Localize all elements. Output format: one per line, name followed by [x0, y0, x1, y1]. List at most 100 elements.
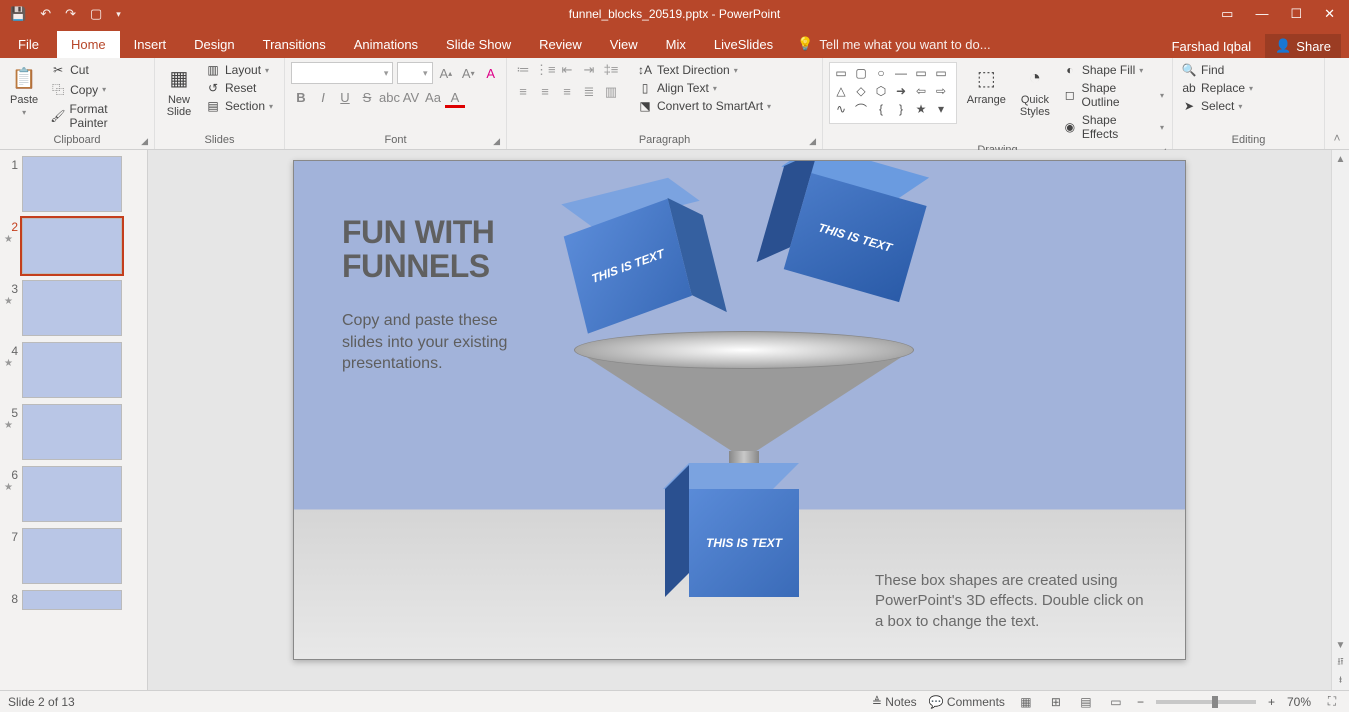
thumbnail-7[interactable]: 7: [4, 528, 143, 584]
prev-slide-icon[interactable]: ⭿: [1332, 654, 1349, 672]
save-icon[interactable]: 💾: [10, 6, 26, 22]
text-direction-button[interactable]: ↕AText Direction▾: [635, 62, 773, 78]
slide-editor[interactable]: FUN WITH FUNNELS Copy and paste these sl…: [148, 150, 1331, 690]
launcher-icon[interactable]: ◢: [809, 136, 816, 147]
select-button[interactable]: ➤Select▾: [1179, 98, 1255, 114]
slide-counter[interactable]: Slide 2 of 13: [8, 695, 75, 709]
outdent-button[interactable]: ⇤: [557, 62, 577, 78]
launcher-icon[interactable]: ◢: [493, 136, 500, 147]
scroll-down-icon[interactable]: ▼: [1332, 636, 1349, 654]
zoom-slider[interactable]: [1156, 700, 1256, 704]
qat-customize-icon[interactable]: ▾: [116, 9, 121, 20]
arrange-button[interactable]: ⬚ Arrange: [963, 62, 1010, 142]
undo-icon[interactable]: ↶: [40, 6, 51, 22]
slide-subtitle[interactable]: Copy and paste these slides into your ex…: [342, 310, 542, 375]
layout-button[interactable]: ▥Layout▾: [203, 62, 275, 78]
shrink-font-button[interactable]: A▾: [459, 62, 477, 84]
share-button[interactable]: 👤 Share: [1265, 34, 1341, 58]
redo-icon[interactable]: ↷: [65, 6, 76, 22]
zoom-in-button[interactable]: +: [1268, 695, 1275, 709]
zoom-level[interactable]: 70%: [1287, 695, 1311, 709]
sorter-view-button[interactable]: ⊞: [1047, 694, 1065, 710]
replace-button[interactable]: abReplace▾: [1179, 80, 1255, 96]
cube-shape-3[interactable]: THIS IS TEXT: [689, 489, 799, 599]
justify-button[interactable]: ≣: [579, 84, 599, 100]
notes-button[interactable]: ≜ Notes: [872, 695, 917, 709]
close-icon[interactable]: ✕: [1324, 6, 1335, 22]
thumbnail-6[interactable]: 6★: [4, 466, 143, 522]
case-button[interactable]: Aa: [423, 90, 443, 108]
shapes-gallery[interactable]: ▭▢○—▭▭ △◇⬡➜⇦⇨ ∿⌒{}★▾: [829, 62, 957, 124]
fit-to-window-button[interactable]: ⛶: [1323, 694, 1341, 710]
tab-animations[interactable]: Animations: [340, 31, 432, 58]
quick-styles-button[interactable]: ◔ Quick Styles: [1016, 62, 1054, 142]
copy-button[interactable]: ⿻Copy▾: [48, 80, 148, 99]
cube-shape-2[interactable]: THIS IS TEXT: [781, 173, 917, 309]
tab-design[interactable]: Design: [180, 31, 248, 58]
collapse-ribbon-icon[interactable]: ˄: [1325, 58, 1349, 149]
align-left-button[interactable]: ≡: [513, 84, 533, 100]
thumbnail-1[interactable]: 1: [4, 156, 143, 212]
slide-footer-note[interactable]: These box shapes are created using Power…: [875, 571, 1155, 632]
align-right-button[interactable]: ≡: [557, 84, 577, 100]
format-painter-button[interactable]: 🖌Format Painter: [48, 101, 148, 131]
ribbon-display-icon[interactable]: ▭: [1221, 6, 1233, 22]
tab-home[interactable]: Home: [57, 31, 120, 58]
font-name-combo[interactable]: ▾: [291, 62, 393, 84]
paste-button[interactable]: 📋 Paste ▾: [6, 62, 42, 132]
tab-view[interactable]: View: [596, 31, 652, 58]
find-button[interactable]: 🔍Find: [1179, 62, 1255, 78]
cube-shape-1[interactable]: THIS IS TEXT: [562, 204, 695, 337]
numbering-button[interactable]: ⋮≡: [535, 62, 555, 78]
strike-button[interactable]: S: [357, 90, 377, 108]
tab-insert[interactable]: Insert: [120, 31, 181, 58]
tab-mix[interactable]: Mix: [652, 31, 700, 58]
slide-title[interactable]: FUN WITH FUNNELS: [342, 216, 494, 283]
thumbnail-3[interactable]: 3★: [4, 280, 143, 336]
font-size-combo[interactable]: ▾: [397, 62, 432, 84]
convert-smartart-button[interactable]: ⬔Convert to SmartArt▾: [635, 98, 773, 114]
slide-canvas[interactable]: FUN WITH FUNNELS Copy and paste these sl…: [293, 160, 1186, 660]
thumbnail-5[interactable]: 5★: [4, 404, 143, 460]
minimize-icon[interactable]: —: [1255, 6, 1268, 22]
tab-slideshow[interactable]: Slide Show: [432, 31, 525, 58]
clear-format-button[interactable]: A: [482, 62, 500, 84]
reset-button[interactable]: ↺Reset: [203, 80, 275, 96]
vertical-scrollbar[interactable]: ▲ ▼ ⭿ ⭽: [1331, 150, 1349, 690]
shape-effects-button[interactable]: ◉Shape Effects▾: [1060, 112, 1166, 142]
tab-liveslides[interactable]: LiveSlides: [700, 31, 787, 58]
align-center-button[interactable]: ≡: [535, 84, 555, 100]
slide-thumbnail-panel[interactable]: 1 2★ 3★ 4★ 5★ 6★ 7 8: [0, 150, 148, 690]
bold-button[interactable]: B: [291, 90, 311, 108]
thumbnail-4[interactable]: 4★: [4, 342, 143, 398]
underline-button[interactable]: U: [335, 90, 355, 108]
columns-button[interactable]: ▥: [601, 84, 621, 100]
grow-font-button[interactable]: A▴: [437, 62, 455, 84]
tab-transitions[interactable]: Transitions: [249, 31, 340, 58]
shape-fill-button[interactable]: ◐Shape Fill▾: [1060, 62, 1166, 78]
reading-view-button[interactable]: ▤: [1077, 694, 1095, 710]
shadow-button[interactable]: abc: [379, 90, 399, 108]
start-from-beginning-icon[interactable]: ▢: [90, 6, 102, 22]
normal-view-button[interactable]: ▦: [1017, 694, 1035, 710]
tab-file[interactable]: File: [0, 31, 57, 58]
user-name[interactable]: Farshad Iqbal: [1172, 39, 1252, 54]
indent-button[interactable]: ⇥: [579, 62, 599, 78]
next-slide-icon[interactable]: ⭽: [1332, 672, 1349, 690]
slideshow-view-button[interactable]: ▭: [1107, 694, 1125, 710]
bullets-button[interactable]: ≔: [513, 62, 533, 78]
italic-button[interactable]: I: [313, 90, 333, 108]
zoom-out-button[interactable]: −: [1137, 695, 1144, 709]
section-button[interactable]: ▤Section▾: [203, 98, 275, 114]
line-spacing-button[interactable]: ‡≡: [601, 62, 621, 78]
thumbnail-2[interactable]: 2★: [4, 218, 143, 274]
font-color-button[interactable]: A: [445, 90, 465, 108]
new-slide-button[interactable]: ▦ New Slide: [161, 62, 197, 132]
spacing-button[interactable]: AV: [401, 90, 421, 108]
shape-outline-button[interactable]: ◻Shape Outline▾: [1060, 80, 1166, 110]
cut-button[interactable]: ✂Cut: [48, 62, 148, 78]
scroll-up-icon[interactable]: ▲: [1332, 150, 1349, 168]
tell-me-search[interactable]: 💡 Tell me what you want to do...: [787, 30, 1000, 58]
tab-review[interactable]: Review: [525, 31, 596, 58]
maximize-icon[interactable]: ☐: [1290, 6, 1302, 22]
